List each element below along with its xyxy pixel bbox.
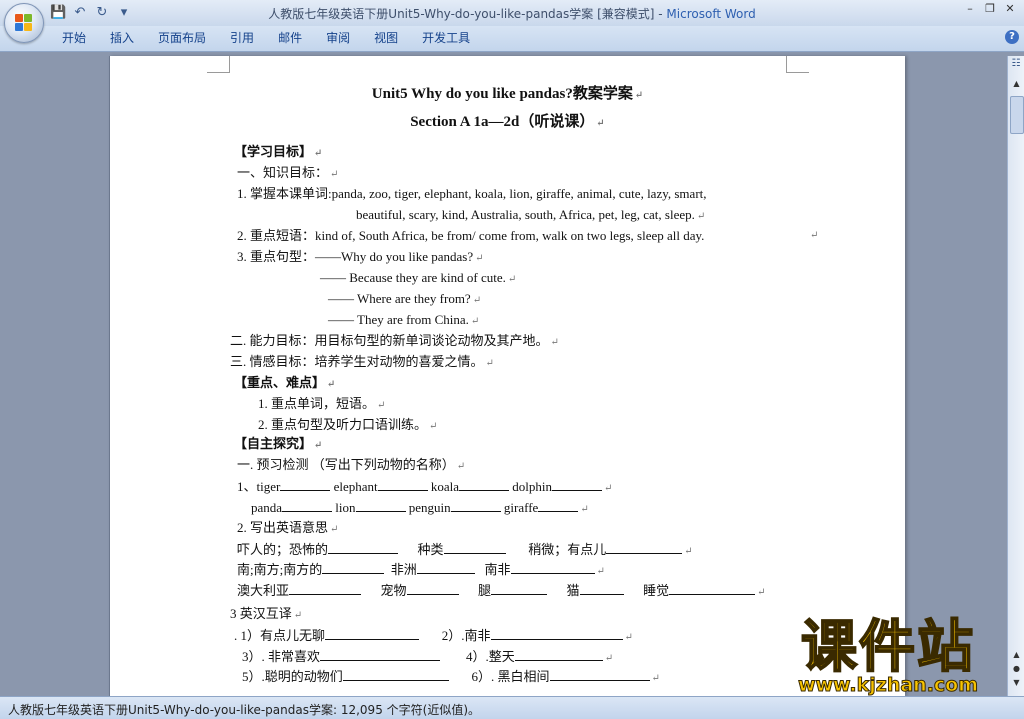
ribbon: 开始 插入 页面布局 引用 邮件 审阅 视图 开发工具 ? [0,26,1024,52]
preview-check: 一. 预习检测 （写出下列动物的名称） ↵ [237,457,466,472]
crop-mark [786,56,809,73]
scroll-up-icon[interactable]: ▲ [1008,76,1024,92]
translation-row-3: 5）.聪明的动物们 6）. 黑白相间 ↵ [242,669,660,684]
tab-developer[interactable]: 开发工具 [410,30,482,47]
phrases-line: 2. 重点短语：kind of, South Africa, be from/ … [237,228,705,243]
translation-row-1: . 1）有点儿无聊 2）.南非 ↵ [234,628,633,643]
vertical-scrollbar[interactable]: ☷ ▲ ▲ ● ▼ [1007,56,1024,696]
tab-page-layout[interactable]: 页面布局 [146,30,218,47]
translation-heading: 3 英汉互译 ↵ [230,606,303,621]
app-name: Microsoft Word [666,7,756,21]
doc-subtitle: Section A 1a—2d（听说课） ↵ [410,114,605,130]
words-row-2: 南;南方;南方的 非洲 南非 ↵ [237,562,605,577]
minimize-icon[interactable]: – [962,2,978,16]
scroll-thumb[interactable] [1010,96,1024,134]
restore-icon[interactable]: ❐ [982,2,998,16]
office-button[interactable] [4,3,44,43]
tab-mailings[interactable]: 邮件 [266,30,314,47]
english-meaning: 2. 写出英语意思 ↵ [237,520,339,535]
sentence-answer-2: —— They are from China. ↵ [328,312,480,327]
crop-mark [207,56,230,73]
previous-page-icon[interactable]: ▲ [1008,648,1024,662]
ruler-toggle-icon[interactable]: ☷ [1010,58,1022,70]
heading-key-points: 【重点、难点】 ↵ [234,375,336,390]
tab-review[interactable]: 审阅 [314,30,362,47]
knowledge-goal: 一、知识目标： ↵ [237,165,339,180]
ability-goal: 二. 能力目标：用目标句型的新单词谈论动物及其产地。 ↵ [230,333,559,348]
tab-insert[interactable]: 插入 [98,30,146,47]
emotion-goal: 三. 情感目标：培养学生对动物的喜爱之情。 ↵ [230,354,494,369]
paragraph-mark: ↵ [810,230,819,241]
key-point-2: 2. 重点句型及听力口语训练。 ↵ [258,417,438,432]
next-page-icon[interactable]: ▼ [1008,676,1024,690]
window-title: 人教版七年级英语下册Unit5-Why-do-you-like-pandas学案… [0,5,1024,22]
tab-view[interactable]: 视图 [362,30,410,47]
status-bar: 人教版七年级英语下册Unit5-Why-do-you-like-pandas学案… [0,696,1024,719]
title-bar: 💾 ↶ ↻ ▾ 人教版七年级英语下册Unit5-Why-do-you-like-… [0,0,1024,26]
vocab-line-1: 1. 掌握本课单词:panda, zoo, tiger, elephant, k… [237,186,707,201]
sentence-question-2: —— Where are they from? ↵ [328,291,482,306]
select-browse-object-icon[interactable]: ● [1008,662,1024,676]
heading-explore: 【自主探究】 ↵ [234,436,323,451]
animals-row-1: 1、tiger elephant koala dolphin ↵ [237,479,613,494]
words-row-3: 澳大利亚 宠物 腿 猫 睡觉 ↵ [237,583,766,598]
watermark-logo: 课件站 [800,615,975,680]
document-page[interactable]: Unit5 Why do you like pandas?教案学案 ↵ Secti… [109,56,905,696]
close-icon[interactable]: ✕ [1002,2,1018,16]
site-watermark: 课件站 www.kjzhan.com [772,615,1004,697]
browse-controls: ▲ ● ▼ [1008,648,1024,692]
translation-row-2: 3）. 非常喜欢 4）.整天 ↵ [242,649,614,664]
window-controls: – ❐ ✕ [962,2,1018,16]
words-row-1: 吓人的；恐怖的 种类 稍微；有点儿 ↵ [237,542,693,557]
office-logo-icon [15,14,33,32]
doc-title: Unit5 Why do you like pandas?教案学案 ↵ [371,86,644,102]
sentence-pattern: 3. 重点句型：——Why do you like pandas? ↵ [237,249,484,264]
help-icon[interactable]: ? [1005,30,1019,44]
key-point-1: 1. 重点单词，短语。 ↵ [258,396,386,411]
tab-home[interactable]: 开始 [50,30,98,47]
watermark-url: www.kjzhan.com [797,674,979,697]
document-name: 人教版七年级英语下册Unit5-Why-do-you-like-pandas学案… [268,7,667,21]
vocab-line-2: beautiful, scary, kind, Australia, south… [356,207,706,222]
status-text: 人教版七年级英语下册Unit5-Why-do-you-like-pandas学案… [8,703,481,717]
sentence-answer-1: —— Because they are kind of cute. ↵ [320,270,517,285]
ribbon-tabs: 开始 插入 页面布局 引用 邮件 审阅 视图 开发工具 [50,30,482,47]
tab-references[interactable]: 引用 [218,30,266,47]
heading-goals: 【学习目标】 ↵ [234,144,323,159]
animals-row-2: panda lion penguin giraffe ↵ [251,500,589,515]
